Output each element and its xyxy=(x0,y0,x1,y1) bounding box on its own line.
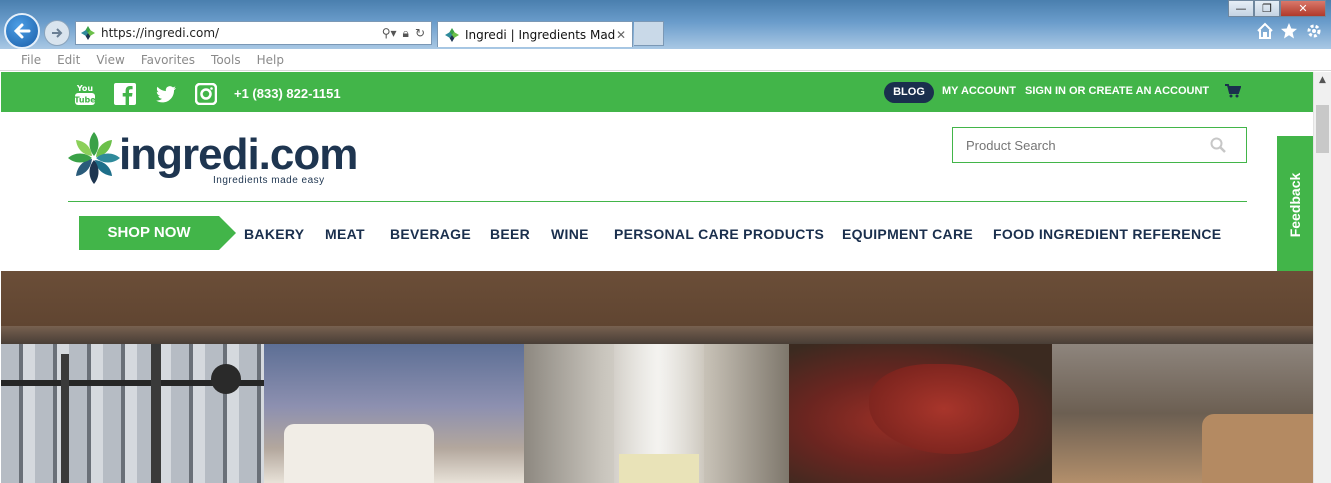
search-icon[interactable]: ⚲▾ xyxy=(382,26,397,40)
hero-shelf-band xyxy=(1,326,1313,344)
window-controls: — ❐ ✕ xyxy=(1228,0,1326,17)
menu-edit[interactable]: Edit xyxy=(57,53,80,67)
logo-tagline: Ingredients made easy xyxy=(213,175,325,186)
arrow-left-icon xyxy=(13,23,31,39)
site-favicon-icon xyxy=(81,26,95,40)
logo-mark-icon xyxy=(68,132,120,184)
hero-image-beverage[interactable] xyxy=(264,344,524,483)
tab-title: Ingredi | Ingredients Made ... xyxy=(465,27,616,42)
menu-favorites[interactable]: Favorites xyxy=(141,53,195,67)
menu-help[interactable]: Help xyxy=(257,53,284,67)
hero-image-bakery[interactable] xyxy=(1052,344,1313,483)
tab-favicon-icon xyxy=(445,27,459,42)
nav-food-ingredient-reference[interactable]: FOOD INGREDIENT REFERENCE xyxy=(993,226,1221,242)
browser-chrome: https://ingredi.com/ ⚲▾ 🔒︎ ↻ Ingredi | I… xyxy=(0,0,1331,49)
menu-view[interactable]: View xyxy=(96,53,124,67)
menu-bar: File Edit View Favorites Tools Help xyxy=(0,49,1331,71)
new-tab-button[interactable] xyxy=(634,21,664,46)
shop-now-label: SHOP NOW xyxy=(107,224,191,241)
nav-beverage[interactable]: BEVERAGE xyxy=(390,226,471,242)
header-divider xyxy=(68,201,1247,202)
lock-icon[interactable]: 🔒︎ xyxy=(403,26,409,41)
hero-banner xyxy=(1,271,1313,483)
nav-beer[interactable]: BEER xyxy=(490,226,530,242)
scroll-up-arrow-icon[interactable]: ▲ xyxy=(1314,72,1331,89)
logo-wordmark: ingredi.com xyxy=(119,130,358,179)
forward-button[interactable] xyxy=(44,20,70,46)
maximize-button[interactable]: ❐ xyxy=(1254,0,1280,17)
home-icon[interactable] xyxy=(1256,22,1274,40)
blog-link[interactable]: BLOG xyxy=(884,82,934,103)
site-logo[interactable]: ingredi.com Ingredients made easy xyxy=(65,126,365,188)
tab-close-icon[interactable]: ✕ xyxy=(616,28,626,42)
phone-number[interactable]: +1 (833) 822-1151 xyxy=(234,86,341,101)
nav-wine[interactable]: WINE xyxy=(551,226,589,242)
youtube-icon[interactable]: You Tube xyxy=(74,81,96,107)
nav-bakery[interactable]: BAKERY xyxy=(244,226,304,242)
web-page: You Tube +1 (833) 822-1151 BLOG MY ACCOU… xyxy=(1,72,1313,483)
minimize-button[interactable]: — xyxy=(1228,0,1254,17)
search-input[interactable] xyxy=(953,128,1203,162)
cart-icon[interactable] xyxy=(1225,84,1241,98)
menu-tools[interactable]: Tools xyxy=(211,53,241,67)
my-account-link[interactable]: MY ACCOUNT xyxy=(942,85,1016,97)
twitter-icon[interactable] xyxy=(155,83,177,105)
page-scrollbar[interactable]: ▲ xyxy=(1313,72,1331,483)
top-bar: You Tube +1 (833) 822-1151 BLOG MY ACCOU… xyxy=(1,72,1313,112)
url-text[interactable]: https://ingredi.com/ xyxy=(101,26,382,40)
sign-in-link[interactable]: SIGN IN OR CREATE AN ACCOUNT xyxy=(1025,85,1209,97)
svg-text:Tube: Tube xyxy=(74,96,96,105)
hero-image-meat[interactable] xyxy=(789,344,1052,483)
feedback-label: Feedback xyxy=(1287,172,1303,238)
settings-gear-icon[interactable] xyxy=(1305,22,1323,40)
address-bar[interactable]: https://ingredi.com/ ⚲▾ 🔒︎ ↻ xyxy=(75,21,432,45)
refresh-icon[interactable]: ↻ xyxy=(415,26,425,40)
facebook-icon[interactable] xyxy=(114,83,136,105)
product-search xyxy=(952,127,1247,163)
browser-tab[interactable]: Ingredi | Ingredients Made ... ✕ xyxy=(437,21,633,47)
scroll-thumb[interactable] xyxy=(1316,105,1329,153)
instagram-icon[interactable] xyxy=(195,83,217,105)
nav-meat[interactable]: MEAT xyxy=(325,226,365,242)
search-icon[interactable] xyxy=(1210,137,1226,153)
close-window-button[interactable]: ✕ xyxy=(1280,0,1326,17)
nav-equipment-care[interactable]: EQUIPMENT CARE xyxy=(842,226,973,242)
feedback-tab[interactable]: Feedback xyxy=(1277,136,1313,274)
back-button[interactable] xyxy=(4,13,40,49)
arrow-right-icon xyxy=(52,28,63,38)
hero-image-bottling-line[interactable] xyxy=(1,344,264,483)
hero-image-wine[interactable] xyxy=(524,344,789,483)
svg-text:You: You xyxy=(76,84,94,93)
menu-file[interactable]: File xyxy=(21,53,41,67)
favorites-star-icon[interactable] xyxy=(1280,22,1298,40)
nav-personal-care-products[interactable]: PERSONAL CARE PRODUCTS xyxy=(614,226,824,242)
shop-now-button[interactable]: SHOP NOW xyxy=(79,216,236,250)
